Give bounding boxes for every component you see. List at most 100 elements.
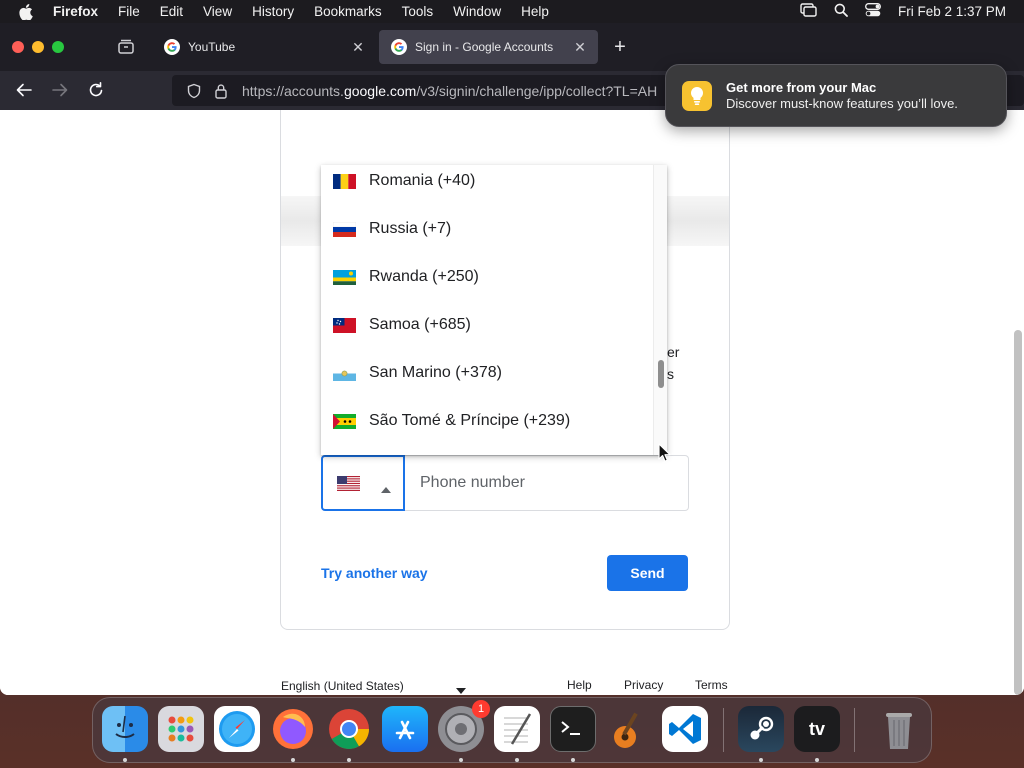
country-dropdown-list[interactable]: Romania (+40) Russia (+7) Rwanda (+250) … <box>321 165 667 455</box>
spotlight-search-icon[interactable] <box>834 3 848 20</box>
finder-icon[interactable] <box>102 706 148 752</box>
google-icon <box>391 39 407 55</box>
menu-help[interactable]: Help <box>521 4 549 19</box>
page-scrollbar[interactable] <box>1012 110 1024 695</box>
country-option-label: Romania (+40) <box>369 172 476 189</box>
romania-flag-icon <box>333 173 356 189</box>
google-icon <box>164 39 180 55</box>
menu-tools[interactable]: Tools <box>402 4 434 19</box>
obscured-text-fragment: er <box>667 344 680 360</box>
country-option-russia[interactable]: Russia (+7) <box>321 205 653 253</box>
menu-edit[interactable]: Edit <box>160 4 183 19</box>
obscured-text-fragment: s <box>667 366 674 382</box>
country-option-label: Samoa (+685) <box>369 316 471 333</box>
country-option-label: Russia (+7) <box>369 220 452 237</box>
running-indicator <box>815 758 819 762</box>
country-option-label: San Marino (+378) <box>369 364 502 381</box>
close-tab-icon[interactable]: ✕ <box>350 39 366 55</box>
zoom-window-button[interactable] <box>52 41 64 53</box>
country-option-san-marino[interactable]: San Marino (+378) <box>321 349 653 397</box>
send-button[interactable]: Send <box>607 555 688 591</box>
tab-title: YouTube <box>188 40 236 54</box>
menu-history[interactable]: History <box>252 4 294 19</box>
caret-up-icon <box>381 480 391 493</box>
close-window-button[interactable] <box>12 41 24 53</box>
language-selector[interactable]: English (United States) <box>281 679 466 694</box>
country-option-romania[interactable]: Romania (+40) <box>321 165 653 205</box>
running-indicator <box>571 758 575 762</box>
menu-app-firefox[interactable]: Firefox <box>53 4 98 19</box>
page-scrollbar-thumb[interactable] <box>1014 330 1022 695</box>
menu-window[interactable]: Window <box>453 4 501 19</box>
new-tab-plus-icon[interactable]: + <box>611 37 629 57</box>
screen-mirroring-icon[interactable] <box>800 3 817 20</box>
running-indicator <box>123 758 127 762</box>
close-tab-icon[interactable]: ✕ <box>572 39 588 55</box>
dropdown-scrollbar[interactable] <box>653 165 667 455</box>
menubar-clock[interactable]: Fri Feb 2 1:37 PM <box>898 4 1006 19</box>
app-store-icon[interactable] <box>382 706 428 752</box>
firefox-view-icon[interactable] <box>116 37 136 57</box>
country-option-samoa[interactable]: Samoa (+685) <box>321 301 653 349</box>
rwanda-flag-icon <box>333 269 356 285</box>
firefox-window: YouTube ✕ Sign in - Google Accounts ✕ + <box>0 23 1024 695</box>
trash-icon[interactable] <box>876 706 922 752</box>
visual-studio-code-icon[interactable] <box>662 706 708 752</box>
running-indicator <box>459 758 463 762</box>
footer-help-link[interactable]: Help <box>567 678 592 692</box>
launchpad-icon[interactable] <box>158 706 204 752</box>
russia-flag-icon <box>332 221 357 237</box>
phone-number-input[interactable] <box>405 455 689 511</box>
terminal-icon[interactable] <box>550 706 596 752</box>
notification-badge: 1 <box>472 700 490 718</box>
running-indicator <box>515 758 519 762</box>
samoa-flag-icon <box>333 317 356 333</box>
lock-icon[interactable] <box>214 83 228 99</box>
footer-privacy-link[interactable]: Privacy <box>624 678 663 692</box>
forward-arrow-icon[interactable] <box>51 81 69 99</box>
sao-tome-flag-icon <box>333 413 356 429</box>
reload-icon[interactable] <box>87 81 105 99</box>
country-code-select[interactable] <box>321 455 405 511</box>
menu-file[interactable]: File <box>118 4 140 19</box>
mouse-pointer-icon <box>658 443 672 463</box>
lightbulb-icon <box>682 80 712 111</box>
minimize-window-button[interactable] <box>32 41 44 53</box>
control-center-icon[interactable] <box>865 3 881 20</box>
tab-google-signin[interactable]: Sign in - Google Accounts ✕ <box>379 30 598 64</box>
tab-youtube[interactable]: YouTube ✕ <box>152 30 376 64</box>
apple-tv-icon[interactable]: tv <box>794 706 840 752</box>
footer-terms-link[interactable]: Terms <box>695 678 728 692</box>
menu-view[interactable]: View <box>203 4 232 19</box>
country-option-sao-tome[interactable]: São Tomé & Príncipe (+239) <box>321 397 653 445</box>
macos-notification[interactable]: Get more from your Mac Discover must-kno… <box>665 64 1007 127</box>
running-indicator <box>347 758 351 762</box>
dock-separator <box>723 708 724 752</box>
back-arrow-icon[interactable] <box>15 81 33 99</box>
running-indicator <box>759 758 763 762</box>
tab-title: Sign in - Google Accounts <box>415 40 554 54</box>
us-flag-icon <box>337 475 360 491</box>
menu-bookmarks[interactable]: Bookmarks <box>314 4 382 19</box>
url-text: https://accounts.google.com/v3/signin/ch… <box>242 82 658 99</box>
notification-title: Get more from your Mac <box>726 80 877 95</box>
dropdown-scrollbar-thumb[interactable] <box>658 360 664 388</box>
macos-menubar: Firefox File Edit View History Bookmarks… <box>0 0 1024 23</box>
try-another-way-link[interactable]: Try another way <box>321 565 428 581</box>
running-indicator <box>291 758 295 762</box>
dock-separator <box>854 708 855 752</box>
tracking-protection-shield-icon[interactable] <box>186 83 202 99</box>
country-option-rwanda[interactable]: Rwanda (+250) <box>321 253 653 301</box>
steam-icon[interactable] <box>738 706 784 752</box>
country-option-label: Rwanda (+250) <box>369 268 479 285</box>
textedit-icon[interactable] <box>494 706 540 752</box>
notification-body: Discover must-know features you’ll love. <box>726 96 958 111</box>
garageband-icon[interactable] <box>606 706 652 752</box>
google-signin-page: er s Try another way Send Engli <box>0 110 1024 695</box>
firefox-icon[interactable] <box>270 706 316 752</box>
safari-icon[interactable] <box>214 706 260 752</box>
apple-menu-icon[interactable] <box>18 3 34 20</box>
system-settings-icon[interactable]: 1 <box>438 700 490 752</box>
notification-text: Get more from your Mac Discover must-kno… <box>726 80 958 111</box>
chrome-icon[interactable] <box>326 706 372 752</box>
